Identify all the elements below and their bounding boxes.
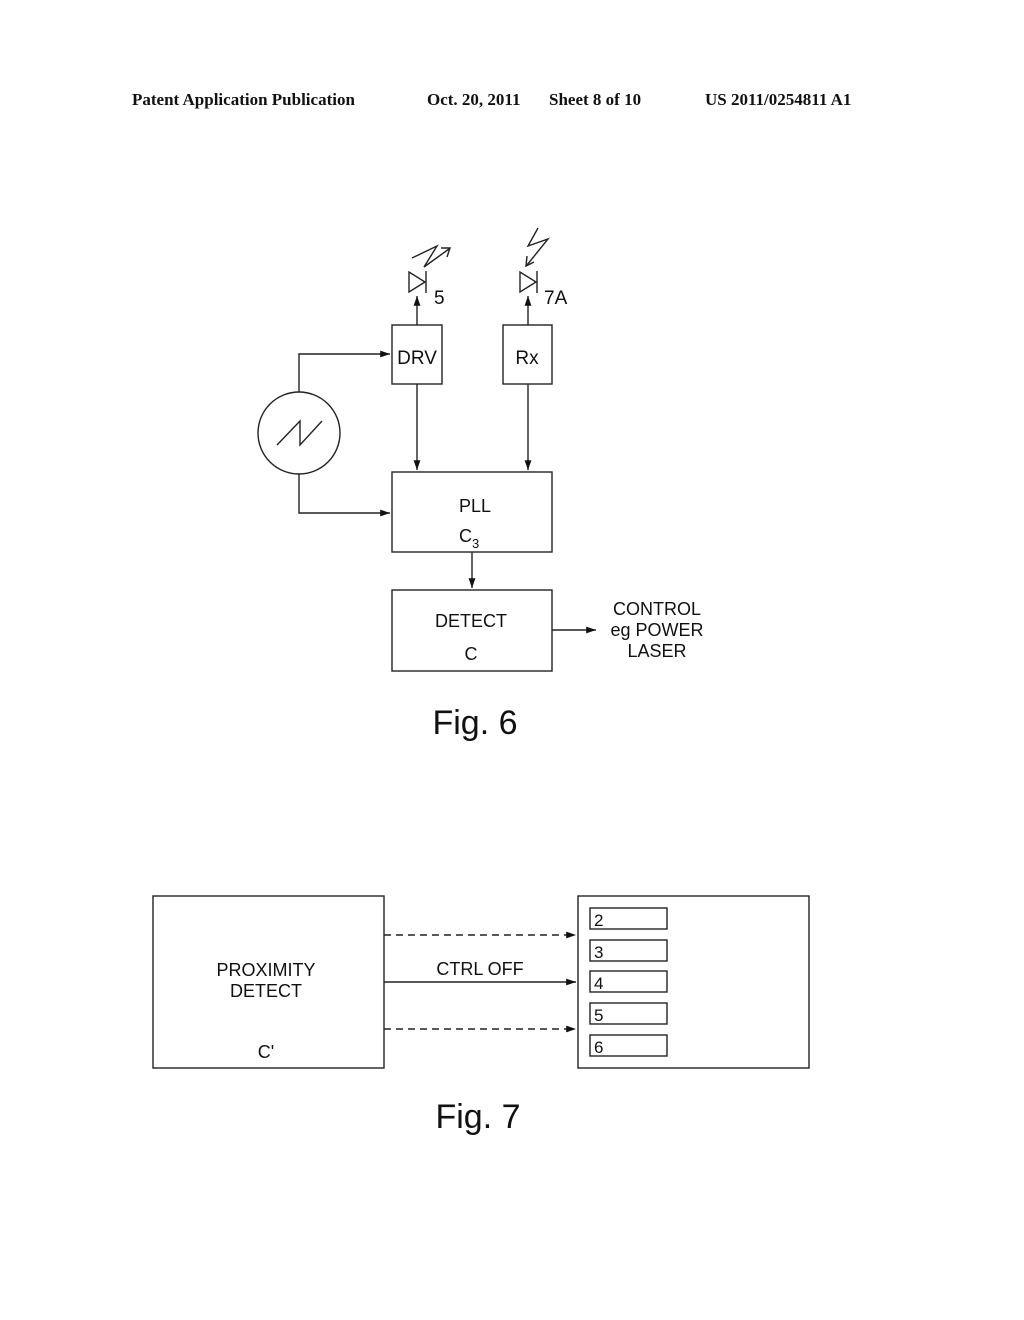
source-line-1: PROXIMITY (216, 960, 315, 980)
oscillator-icon (257, 391, 341, 475)
source-ref-label: C' (258, 1042, 274, 1062)
ctrl-off-label: CTRL OFF (436, 959, 523, 979)
fig7-labels: PROXIMITY DETECT C' CTRL OFF 2 3 4 5 6 F… (216, 911, 603, 1136)
emitter-diode-icon (408, 244, 451, 325)
pll-ref-label: C3 (459, 526, 479, 551)
target-label-4: 4 (594, 974, 603, 993)
rx-label: Rx (515, 348, 539, 369)
pll-label: PLL (459, 496, 491, 516)
output-line-3: LASER (627, 641, 686, 661)
receiver-diode-icon (519, 227, 551, 325)
output-line-2: eg POWER (610, 620, 703, 640)
target-label-3: 3 (594, 943, 603, 962)
fig7-caption: Fig. 7 (435, 1098, 520, 1136)
target-label-2: 2 (594, 911, 603, 930)
fig6-labels: 5 7A DRV Rx PLL C3 DETECT C CONTROL eg P… (397, 288, 703, 742)
target-label-5: 5 (594, 1006, 603, 1025)
target-label-6: 6 (594, 1038, 603, 1057)
fig6-caption: Fig. 6 (432, 704, 517, 742)
source-line-2: DETECT (230, 981, 302, 1001)
output-line-1: CONTROL (613, 599, 701, 619)
drv-label: DRV (397, 348, 437, 369)
detect-label: DETECT (435, 611, 507, 631)
target-devices-block (577, 895, 810, 1069)
receiver-ref-label: 7A (544, 288, 568, 309)
figure-canvas: 5 7A DRV Rx PLL C3 DETECT C CONTROL eg P… (152, 227, 810, 1136)
detect-ref-label: C (465, 644, 478, 664)
emitter-ref-label: 5 (434, 288, 445, 309)
